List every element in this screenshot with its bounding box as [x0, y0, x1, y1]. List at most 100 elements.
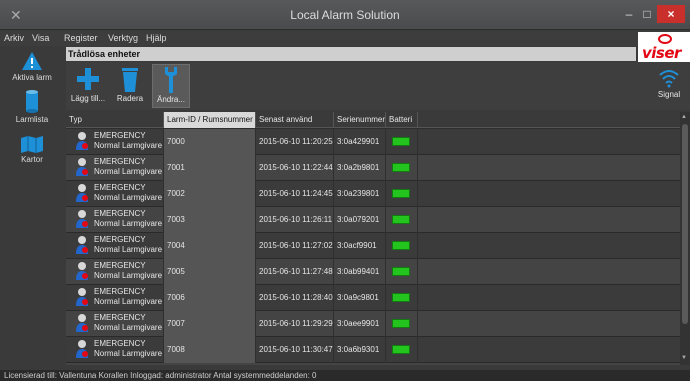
battery-cell: [386, 155, 418, 181]
type-cell: EMERGENCY Normal Larmgivare: [66, 285, 164, 311]
last-used-cell: 2015-06-10 11:29:29: [256, 311, 334, 337]
battery-cell: [386, 129, 418, 155]
serial-cell: 3:0a079201: [334, 207, 386, 233]
menu-hjalp[interactable]: Hjälp: [146, 33, 167, 43]
add-button[interactable]: Lägg till...: [68, 64, 108, 108]
delete-button[interactable]: Radera: [112, 64, 148, 108]
menu-bar: Arkiv Visa Register Verktyg Hjälp: [0, 31, 690, 46]
column-header-serienummer[interactable]: Serienummer: [334, 112, 386, 128]
table-row[interactable]: EMERGENCY Normal Larmgivare 7006 2015-06-10…: [66, 285, 680, 311]
alarm-id-cell: 7005: [164, 259, 256, 285]
type-cell: EMERGENCY Normal Larmgivare: [66, 181, 164, 207]
type-cell: EMERGENCY Normal Larmgivare: [66, 155, 164, 181]
add-label: Lägg till...: [70, 94, 106, 103]
vertical-scrollbar[interactable]: ▲ ▼: [680, 112, 690, 365]
sidebar-item-kartor[interactable]: Kartor: [0, 135, 64, 164]
type-subtitle: Normal Larmgivare: [94, 323, 163, 332]
close-button[interactable]: ×: [657, 5, 685, 23]
serial-cell: 3:0a2b9801: [334, 155, 386, 181]
table-row[interactable]: EMERGENCY Normal Larmgivare 7008 2015-06-10…: [66, 337, 680, 363]
alarm-id-cell: 7002: [164, 181, 256, 207]
window-title: Local Alarm Solution: [290, 8, 400, 22]
menu-arkiv[interactable]: Arkiv: [4, 33, 24, 43]
type-subtitle: Normal Larmgivare: [94, 141, 163, 150]
battery-cell: [386, 337, 418, 363]
menu-register[interactable]: Register: [64, 33, 98, 43]
column-header-batteri[interactable]: Batteri: [386, 112, 418, 128]
table-row[interactable]: EMERGENCY Normal Larmgivare 7005 2015-06-10…: [66, 259, 680, 285]
column-header-typ[interactable]: Typ: [66, 112, 164, 128]
alarm-id-cell: 7004: [164, 233, 256, 259]
type-cell: EMERGENCY Normal Larmgivare: [66, 311, 164, 337]
battery-ok-icon: [392, 163, 410, 172]
serial-cell: 3:0a239801: [334, 181, 386, 207]
table-row[interactable]: EMERGENCY Normal Larmgivare 7000 2015-06-10…: [66, 129, 680, 155]
type-title: EMERGENCY: [94, 339, 146, 348]
app-window: ✕ Local Alarm Solution – □ × Arkiv Visa …: [0, 0, 690, 381]
sidebar-item-larmlista[interactable]: Larmlista: [0, 89, 64, 124]
type-subtitle: Normal Larmgivare: [94, 193, 163, 202]
type-title: EMERGENCY: [94, 235, 146, 244]
scroll-up-icon[interactable]: ▲: [681, 114, 687, 120]
scroll-thumb[interactable]: [682, 124, 688, 324]
viser-logo: viser: [638, 32, 690, 64]
wrench-icon: [165, 67, 177, 93]
menu-visa[interactable]: Visa: [32, 33, 49, 43]
person-alarm-icon: [76, 340, 88, 358]
scroll-down-icon[interactable]: ▼: [681, 355, 687, 361]
person-alarm-icon: [76, 132, 88, 150]
battery-ok-icon: [392, 319, 410, 328]
type-cell: EMERGENCY Normal Larmgivare: [66, 337, 164, 363]
map-icon: [21, 136, 43, 153]
table-row-partial[interactable]: [66, 363, 680, 365]
column-header-senast-anvand[interactable]: Senast använd: [256, 112, 334, 128]
type-title: EMERGENCY: [94, 183, 146, 192]
type-subtitle: Normal Larmgivare: [94, 297, 163, 306]
menu-verktyg[interactable]: Verktyg: [108, 33, 138, 43]
type-title: EMERGENCY: [94, 287, 146, 296]
person-alarm-icon: [76, 158, 88, 176]
table-row[interactable]: EMERGENCY Normal Larmgivare 7001 2015-06-10…: [66, 155, 680, 181]
battery-ok-icon: [392, 267, 410, 276]
last-used-cell: 2015-06-10 11:20:25: [256, 129, 334, 155]
type-subtitle: Normal Larmgivare: [94, 271, 163, 280]
plus-icon: [77, 68, 99, 90]
type-cell: EMERGENCY Normal Larmgivare: [66, 207, 164, 233]
edit-button[interactable]: Ändra...: [152, 64, 190, 108]
battery-ok-icon: [392, 293, 410, 302]
alarm-id-cell: 7006: [164, 285, 256, 311]
minimize-button[interactable]: –: [622, 5, 636, 23]
serial-cell: 3:0a6b9301: [334, 337, 386, 363]
table-row[interactable]: EMERGENCY Normal Larmgivare 7002 2015-06-10…: [66, 181, 680, 207]
type-subtitle: Normal Larmgivare: [94, 245, 163, 254]
maximize-button[interactable]: □: [640, 5, 654, 23]
last-used-cell: 2015-06-10 11:28:40: [256, 285, 334, 311]
logo-word: viser: [642, 44, 681, 62]
table-row[interactable]: EMERGENCY Normal Larmgivare 7004 2015-06-10…: [66, 233, 680, 259]
column-header-larm-id[interactable]: Larm-ID / Rumsnummer: [164, 112, 256, 128]
serial-cell: 3:0ab99401: [334, 259, 386, 285]
serial-cell: 3:0a429901: [334, 129, 386, 155]
section-title: Trådlösa enheter: [66, 47, 636, 61]
table-row[interactable]: EMERGENCY Normal Larmgivare 7007 2015-06-10…: [66, 311, 680, 337]
battery-cell: [386, 311, 418, 337]
person-alarm-icon: [76, 210, 88, 228]
alarm-id-cell: 7000: [164, 129, 256, 155]
type-cell: EMERGENCY Normal Larmgivare: [66, 259, 164, 285]
status-bar: Licensierad till: Vallentuna Korallen In…: [0, 370, 690, 381]
alarm-id-cell: 7001: [164, 155, 256, 181]
sidebar-item-aktiva-larm[interactable]: Aktiva larm: [0, 51, 64, 82]
type-subtitle: Normal Larmgivare: [94, 219, 163, 228]
sidebar-label: Aktiva larm: [12, 73, 52, 82]
battery-ok-icon: [392, 215, 410, 224]
signal-button[interactable]: Signal: [650, 66, 688, 108]
type-title: EMERGENCY: [94, 209, 146, 218]
type-title: EMERGENCY: [94, 157, 146, 166]
battery-cell: [386, 207, 418, 233]
battery-cell: [386, 259, 418, 285]
battery-cell: [386, 233, 418, 259]
alarm-id-cell: 7007: [164, 311, 256, 337]
type-cell: EMERGENCY Normal Larmgivare: [66, 233, 164, 259]
sidebar-label: Larmlista: [15, 115, 49, 124]
table-row[interactable]: EMERGENCY Normal Larmgivare 7003 2015-06-10…: [66, 207, 680, 233]
